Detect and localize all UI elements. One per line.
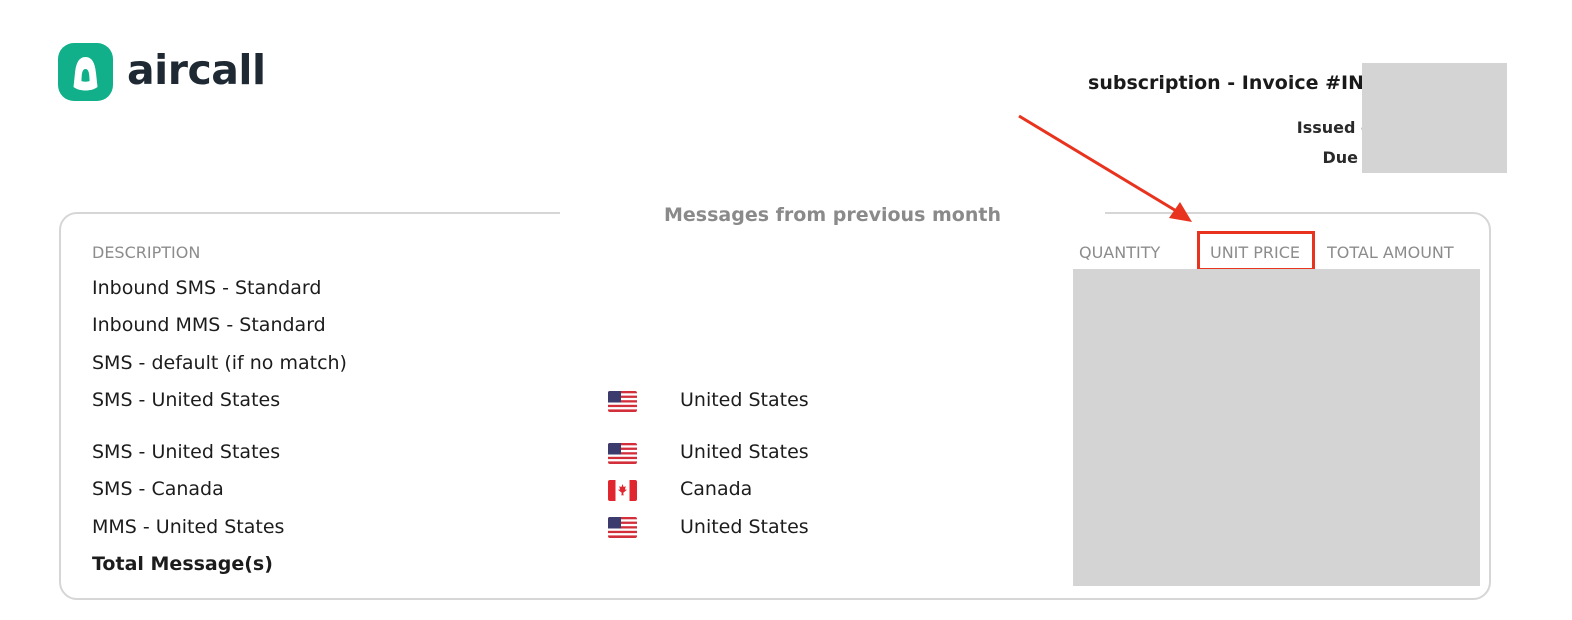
annotation-arrow-icon bbox=[1018, 114, 1192, 222]
